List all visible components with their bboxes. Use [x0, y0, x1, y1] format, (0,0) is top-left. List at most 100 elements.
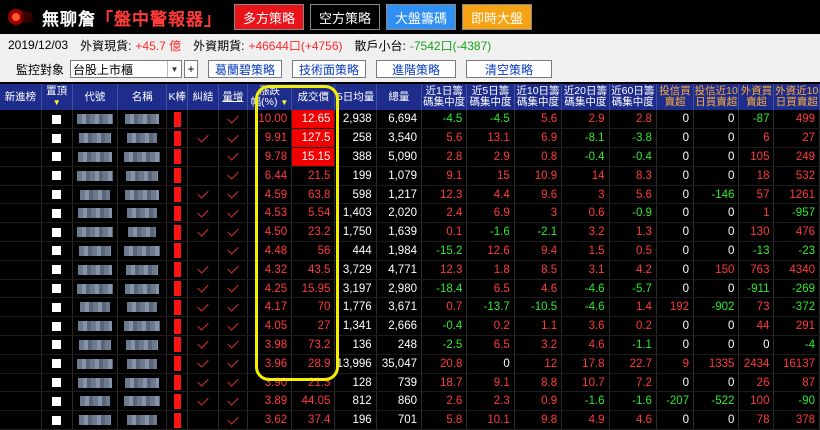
- col-trust-net-10d[interactable]: 投信近10 日買賣超: [693, 84, 740, 110]
- pin-checkbox-cell[interactable]: [41, 203, 73, 224]
- pin-checkbox[interactable]: [52, 246, 62, 256]
- stock-name-cell[interactable]: [117, 297, 168, 318]
- table-row[interactable]: 9.91 127.5 258 3,540 5.6 13.1 6.9 -8.1 -3.8 0 0 6 27: [0, 128, 820, 149]
- table-row[interactable]: 4.53 5.54 1,403 2,020 2.4 6.9 3 0.6 -0.9 0 0 1 -957: [0, 203, 820, 224]
- stock-name-cell[interactable]: [117, 110, 168, 130]
- nav-bull-strategy-button[interactable]: 多方策略: [234, 4, 305, 30]
- pin-checkbox-cell[interactable]: [41, 260, 73, 280]
- granville-strategy-button[interactable]: 葛蘭碧策略: [208, 60, 283, 78]
- pin-checkbox[interactable]: [52, 208, 62, 218]
- pin-checkbox[interactable]: [52, 265, 62, 275]
- table-row[interactable]: 3.62 37.4 196 701 5.8 10.1 9.8 4.9 4.6 0 0 78 378: [0, 410, 820, 430]
- table-row[interactable]: 9.78 15.15 388 5,090 2.8 2.9 0.8 -0.4 -0.4 0 0 105 2…: [0, 147, 820, 167]
- col-total-volume[interactable]: 總量: [376, 84, 423, 110]
- col-chip-20d[interactable]: 近20日籌 碼集中度: [561, 84, 610, 110]
- pin-checkbox-cell[interactable]: [41, 354, 73, 374]
- pin-checkbox-cell[interactable]: [41, 373, 73, 393]
- table-row[interactable]: 4.32 43.5 3,729 4,771 12.3 1.8 8.5 3.1 4.2 0 150 76…: [0, 260, 820, 280]
- pin-checkbox-cell[interactable]: [41, 185, 73, 205]
- stock-name-cell[interactable]: [117, 166, 168, 186]
- col-tangle[interactable]: 糾結: [187, 84, 219, 110]
- stock-code-cell[interactable]: [72, 373, 118, 393]
- stock-code-cell[interactable]: [72, 354, 118, 374]
- col-pin[interactable]: 置頂 ▼: [41, 84, 73, 110]
- stock-code-cell[interactable]: [72, 260, 118, 280]
- table-row[interactable]: 4.17 70 1,776 3,671 0.7 -13.7 -10.5 -4.6 1.4 192-…: [0, 297, 820, 318]
- nav-realtime-market-button[interactable]: 即時大盤: [462, 4, 533, 30]
- col-ma5-volume[interactable]: 5日均量: [334, 84, 377, 110]
- col-chip-60d[interactable]: 近60日籌 碼集中度: [609, 84, 657, 110]
- stock-name-cell[interactable]: [117, 335, 168, 355]
- table-row[interactable]: 4.25 15.95 3,197 2,980 -18.4 6.5 4.6 -4.6 -5.7 0 0…: [0, 279, 820, 299]
- col-chip-10d[interactable]: 近10日籌 碼集中度: [514, 84, 563, 110]
- nav-bear-strategy-button[interactable]: 空方策略: [310, 4, 381, 30]
- pin-checkbox[interactable]: [52, 133, 62, 143]
- stock-name-cell[interactable]: [117, 185, 168, 205]
- stock-code-cell[interactable]: [72, 410, 118, 430]
- stock-code-cell[interactable]: [72, 391, 118, 412]
- col-change-pct[interactable]: 漲跌 幅(%) ▼: [247, 84, 293, 110]
- stock-code-cell[interactable]: [72, 241, 118, 261]
- table-row[interactable]: 4.05 27 1,341 2,666 -0.4 0.2 1.1 3.6 0.2 0 0 44 291: [0, 316, 820, 337]
- table-row[interactable]: 10.00 12.65 2,938 6,694 -4.5 -4.5 5.6 2.9 2.8 0 0-…: [0, 110, 820, 130]
- table-row[interactable]: 4.59 63.8 598 1,217 12.3 4.4 9.6 3 5.6 0 -146 57 126…: [0, 185, 820, 205]
- pin-checkbox-cell[interactable]: [41, 279, 73, 299]
- pin-checkbox[interactable]: [52, 359, 62, 369]
- table-row[interactable]: 3.90 21.3 128 739 18.7 9.1 8.8 10.7 7.2 0 0 26 87: [0, 373, 820, 393]
- col-new[interactable]: 新進榜: [0, 84, 42, 110]
- pin-checkbox-cell[interactable]: [41, 222, 73, 243]
- pin-checkbox-cell[interactable]: [41, 147, 73, 167]
- stock-code-cell[interactable]: [72, 203, 118, 224]
- pin-checkbox[interactable]: [52, 396, 62, 406]
- pin-checkbox-cell[interactable]: [41, 166, 73, 186]
- pin-checkbox-cell[interactable]: [41, 241, 73, 261]
- col-chip-5d[interactable]: 近5日籌 碼集中度: [466, 84, 515, 110]
- stock-code-cell[interactable]: [72, 147, 118, 167]
- pin-checkbox-cell[interactable]: [41, 316, 73, 337]
- pin-checkbox[interactable]: [52, 171, 62, 181]
- stock-name-cell[interactable]: [117, 279, 168, 299]
- col-chip-1d[interactable]: 近1日籌 碼集中度: [421, 84, 468, 110]
- pin-checkbox[interactable]: [52, 227, 62, 237]
- technical-strategy-button[interactable]: 技術面策略: [292, 60, 367, 78]
- col-trust-net[interactable]: 投信買 賣超: [656, 84, 695, 110]
- col-name[interactable]: 名稱: [117, 84, 168, 110]
- pin-checkbox[interactable]: [52, 152, 62, 162]
- col-price[interactable]: 成交價: [291, 84, 336, 110]
- stock-code-cell[interactable]: [72, 110, 118, 130]
- stock-name-cell[interactable]: [117, 222, 168, 243]
- stock-name-cell[interactable]: [117, 241, 168, 261]
- pin-checkbox[interactable]: [52, 340, 62, 350]
- col-foreign-net[interactable]: 外資買 賣超: [738, 84, 775, 110]
- stock-code-cell[interactable]: [72, 335, 118, 355]
- col-foreign-net-10d[interactable]: 外資近10 日買賣超: [773, 84, 820, 110]
- stock-name-cell[interactable]: [117, 391, 168, 412]
- pin-checkbox-cell[interactable]: [41, 335, 73, 355]
- col-kbar[interactable]: K棒: [166, 84, 189, 110]
- pin-checkbox[interactable]: [52, 284, 62, 294]
- pin-checkbox-cell[interactable]: [41, 128, 73, 149]
- advanced-strategy-button[interactable]: 進階策略: [376, 60, 457, 78]
- col-code[interactable]: 代號: [72, 84, 118, 110]
- stock-code-cell[interactable]: [72, 166, 118, 186]
- add-target-button[interactable]: +: [184, 60, 199, 78]
- pin-checkbox-cell[interactable]: [41, 297, 73, 318]
- stock-name-cell[interactable]: [117, 147, 168, 167]
- pin-checkbox[interactable]: [52, 415, 62, 425]
- table-row[interactable]: 4.48 56 444 1,984 -15.2 12.6 9.4 1.5 0.5 0 0 -13 -23: [0, 241, 820, 261]
- clear-strategy-button[interactable]: 清空策略: [466, 60, 553, 78]
- stock-name-cell[interactable]: [117, 354, 168, 374]
- col-volume-up[interactable]: 量增: [218, 84, 248, 110]
- pin-checkbox[interactable]: [52, 378, 62, 388]
- stock-code-cell[interactable]: [72, 185, 118, 205]
- nav-market-chips-button[interactable]: 大盤籌碼: [386, 4, 457, 30]
- stock-name-cell[interactable]: [117, 128, 168, 149]
- stock-name-cell[interactable]: [117, 260, 168, 280]
- stock-name-cell[interactable]: [117, 373, 168, 393]
- table-row[interactable]: 4.50 23.2 1,750 1,639 0.1 -1.6 -2.1 3.2 1.3 0 0 130…: [0, 222, 820, 243]
- pin-checkbox-cell[interactable]: [41, 391, 73, 412]
- pin-checkbox[interactable]: [52, 321, 62, 331]
- stock-code-cell[interactable]: [72, 316, 118, 337]
- table-row[interactable]: 3.96 28.9 13,996 35,047 20.8 0 12 17.8 22.7 9 1335…: [0, 354, 820, 374]
- monitor-target-select[interactable]: 台股上市櫃 ▼: [70, 60, 183, 78]
